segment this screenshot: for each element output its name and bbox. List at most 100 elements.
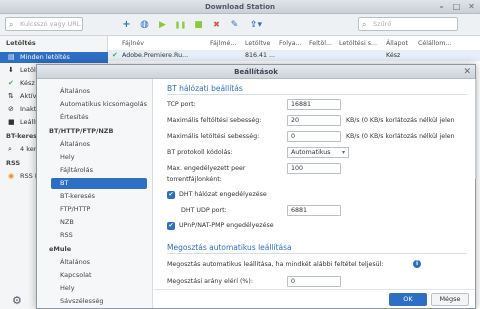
finished-check-icon: ✔ (112, 51, 118, 59)
dht-checkbox[interactable]: ✔ (167, 191, 175, 199)
nav-heading-bt-http-ftp-nzb: BT/HTTP/FTP/NZB (49, 127, 114, 135)
search-icon: ⌕ (9, 20, 14, 29)
nav-item-location[interactable]: Hely (51, 152, 147, 163)
upnp-label: UPnP/NAT-PMP engedélyezése (179, 222, 274, 229)
globe-icon[interactable]: ◍ (138, 18, 151, 31)
dialog-title: Beállítások (234, 68, 278, 76)
upnp-checkbox[interactable]: ✔ (167, 222, 175, 230)
window-titlebar: Download Station – □ ✕ (0, 0, 480, 14)
column-header[interactable]: Állapot (386, 38, 414, 49)
clear-icon[interactable]: ✎ (228, 18, 241, 31)
dht-port-field[interactable]: 6881 (287, 205, 341, 216)
nav-item-connection[interactable]: Kapcsolat (51, 270, 147, 281)
nav-item-bt-general[interactable]: Általános (51, 139, 147, 150)
tcp-port-label: TCP port: (167, 101, 196, 108)
max-download-label: Maximális letöltési sebesség: (167, 133, 260, 140)
sidebar-item-label: Minden letöltés (20, 53, 70, 61)
encryption-select[interactable]: Automatikus ▾ (287, 147, 349, 158)
column-header[interactable]: Letöltési s... (339, 38, 383, 49)
check-icon: ✔ (8, 79, 14, 87)
resume-icon[interactable]: ▶ (156, 18, 169, 31)
ratio-field[interactable]: 0 (287, 276, 341, 287)
cell-progress (279, 50, 307, 61)
add-icon[interactable]: + (120, 18, 133, 31)
cell-filename: Adobe.Premiere.Ru... (122, 52, 189, 59)
nav-heading-emule: eMule (49, 245, 72, 253)
scrollbar[interactable] (475, 79, 477, 179)
cell-destination (418, 50, 458, 61)
sidebar-item-all-downloads[interactable]: ▤ Minden letöltés (0, 52, 108, 63)
stopped-icon: ■ (8, 118, 15, 126)
nav-item-ftp-http[interactable]: FTP/HTTP (51, 204, 147, 215)
nav-item-bt[interactable]: BT (51, 178, 147, 189)
window-title: Download Station (204, 3, 276, 11)
search-placeholder: Kulcsszó vagy URL (20, 20, 81, 28)
filter-search-icon: ⌕ (362, 20, 367, 29)
column-header[interactable]: Fájlnév (122, 38, 162, 49)
nav-item-nzb[interactable]: NZB (51, 217, 147, 228)
sidebar-heading-downloads: Letöltés (6, 39, 36, 47)
nav-item-emule-location[interactable]: Hely (51, 283, 147, 294)
cell-downloaded: 816.41 ... (245, 52, 276, 59)
ratio-label: Megosztási arány elérí (%): (167, 278, 253, 285)
max-peers-label-cont: torrentfájlonként: (167, 176, 222, 183)
encryption-value: Automatikus (291, 149, 331, 156)
nav-item-notification[interactable]: Értesítés (51, 112, 147, 123)
gear-icon[interactable]: ⚙ (12, 294, 22, 307)
maximize-icon[interactable]: □ (452, 2, 461, 11)
ok-button[interactable]: OK (389, 293, 427, 306)
column-header[interactable]: Fájlmé... (210, 38, 238, 49)
filter-input[interactable]: ⌕ Szűrő (358, 17, 458, 31)
dialog-footer: OK Mégse (154, 289, 475, 308)
cell-status: Kész (386, 52, 401, 59)
cancel-button[interactable]: Mégse (431, 293, 469, 306)
dht-port-label: DHT UDP port: (181, 207, 227, 214)
nav-item-file-storage[interactable]: Fájltárolás (51, 165, 147, 176)
active-icon: ⇅ (8, 92, 14, 100)
sidebar-item-label: Kész (20, 79, 35, 87)
dht-label: DHT hálózat engedélyezése (179, 191, 267, 198)
max-upload-note: KB/s (0 KB/s korlátozás nélkül jelen (346, 117, 455, 124)
share-icon[interactable]: ⇪▾ (246, 18, 266, 31)
delete-icon[interactable]: ✖ (210, 18, 223, 31)
pause-icon[interactable]: ❚❚ (174, 18, 187, 31)
max-upload-field[interactable]: 20 (287, 115, 341, 126)
minimize-icon[interactable]: – (437, 2, 446, 11)
max-download-field[interactable]: 0 (287, 131, 341, 142)
column-header[interactable]: Feltöl... (309, 38, 335, 49)
nav-item-emule-general[interactable]: Általános (51, 257, 147, 268)
download-icon: ⬇ (8, 66, 14, 74)
nav-item-rss[interactable]: RSS (51, 230, 147, 241)
stop-icon[interactable]: ■ (192, 18, 205, 31)
close-icon[interactable]: ✕ (463, 66, 471, 78)
max-upload-label: Maximális feltöltési sebesség: (167, 117, 262, 124)
sidebar-heading-rss: RSS (6, 159, 21, 167)
keyword-url-search-input[interactable]: ⌕ Kulcsszó vagy URL (5, 17, 83, 31)
rss-icon: ◉ (8, 172, 15, 180)
max-peers-label: Max. engedélyezett peer (167, 165, 246, 172)
section-title-bt-network: BT hálózati beállítás (167, 84, 243, 93)
column-header[interactable]: Folya... (279, 38, 305, 49)
max-peers-field[interactable]: 100 (287, 163, 341, 174)
settings-dialog: Beállítások ✕ Általános Automatikus kics… (36, 64, 477, 309)
share-note: Megosztás automatikus leállítása, ha min… (167, 261, 384, 268)
info-icon[interactable]: i (413, 260, 421, 268)
nav-item-bt-search[interactable]: BT-keresés (51, 191, 147, 202)
divider (167, 253, 467, 254)
column-header[interactable]: Letöltve (245, 38, 275, 49)
filter-placeholder: Szűrő (373, 20, 392, 28)
cell-filesize (210, 50, 242, 61)
tcp-port-field[interactable]: 16881 (287, 99, 341, 110)
encryption-label: BT protokoll kódolás: (167, 149, 233, 156)
section-title-share-stop: Megosztás automatikus leállítása (167, 243, 292, 252)
dialog-titlebar: Beállítások ✕ (37, 65, 475, 79)
max-download-note: KB/s (0 KB/s korlátozás nélkül jelen (346, 133, 455, 140)
settings-nav: Általános Automatikus kicsomagolás Értes… (37, 79, 153, 308)
column-header[interactable]: Célállom... (418, 38, 458, 49)
nav-item-general[interactable]: Általános (51, 86, 147, 97)
nav-item-auto-extract[interactable]: Automatikus kicsomagolás (51, 99, 147, 110)
nav-item-bandwidth[interactable]: Sávszélesség (51, 296, 147, 307)
close-icon[interactable]: ✕ (467, 2, 476, 11)
main-toolbar: ⌕ Kulcsszó vagy URL + ◍ ▶ ❚❚ ■ ✖ ✎ ⇪▾ ⌕ … (0, 14, 480, 36)
search-icon: ⌕ (8, 145, 12, 153)
